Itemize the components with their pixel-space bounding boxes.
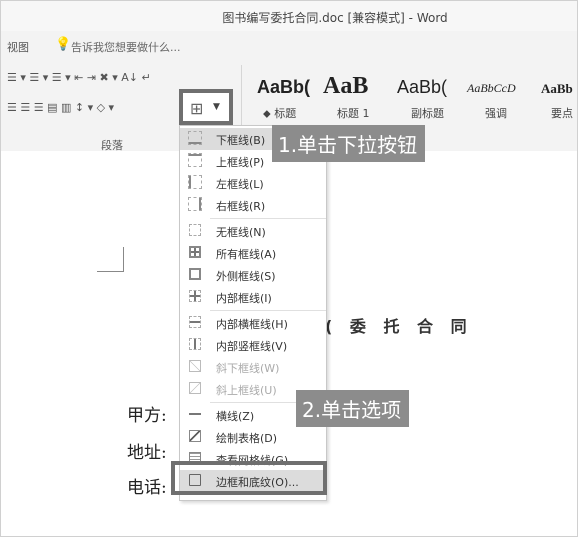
style-sample-strong[interactable]: AaBb [541, 81, 573, 97]
style-name-strong: 要点 [551, 107, 573, 120]
chevron-down-icon: ▼ [213, 102, 220, 112]
menu-item-right-border[interactable]: 右框线(R) [180, 194, 326, 216]
inside-borders-icon [189, 290, 201, 302]
style-sample-subtitle[interactable]: AaBb( [397, 77, 447, 98]
contract-heading: ( 委 托 合 同 [325, 317, 473, 336]
border-dropdown-menu: 下框线(B) 上框线(P) 左框线(L) 右框线(R) 无框线(N) 所有框线(… [179, 125, 327, 501]
window-title: 图书编写委托合同.doc [兼容模式] - Word [222, 11, 448, 25]
menu-divider [210, 218, 326, 219]
paragraph-row-1[interactable]: ☰ ▾ ☰ ▾ ☰ ▾ ⇤ ⇥ ✖ ▾ A↓ ↵ [7, 71, 151, 84]
menu-item-outside-borders[interactable]: 外侧框线(S) [180, 264, 326, 286]
callout-step2: 2.单击选项 [296, 390, 410, 427]
style-sample-heading1[interactable]: AaB [323, 73, 368, 100]
inside-vertical-border-icon [189, 338, 201, 350]
phone-label: 电话: [127, 478, 167, 498]
menu-item-diagonal-down[interactable]: 斜下框线(W) [180, 356, 326, 378]
inside-horizontal-border-icon [189, 316, 201, 328]
style-sample-emphasis[interactable]: AaBbCcD [467, 81, 516, 96]
menu-item-inside-horizontal[interactable]: 内部横框线(H) [180, 312, 326, 334]
tell-me-bar: 视图 💡 告诉我您想要做什么... [1, 31, 577, 59]
borders-dropdown-button[interactable]: ⊞ ▼ [179, 89, 233, 125]
style-name-heading1: 标题 1 [337, 107, 370, 120]
party-a-label: 甲方: [127, 406, 167, 426]
diagonal-up-border-icon [189, 382, 201, 394]
menu-item-draw-table[interactable]: 绘制表格(D) [180, 426, 326, 448]
page-corner-mark [97, 247, 124, 272]
top-border-icon [188, 153, 202, 167]
tab-view[interactable]: 视图 [7, 39, 29, 55]
left-border-icon [188, 175, 202, 189]
step2-highlight [171, 461, 327, 495]
style-name-heading: ⬥ 标题 [263, 107, 297, 120]
lightbulb-icon: 💡 [55, 37, 72, 52]
outside-borders-icon [189, 268, 201, 280]
menu-item-inside-borders[interactable]: 内部框线(I) [180, 286, 326, 308]
diagonal-down-border-icon [189, 360, 201, 372]
style-sample-heading[interactable]: AaBb( [257, 77, 310, 98]
word-window: 图书编写委托合同.doc [兼容模式] - Word 视图 💡 告诉我您想要做什… [0, 0, 578, 537]
menu-item-left-border[interactable]: 左框线(L) [180, 172, 326, 194]
no-border-icon [189, 224, 201, 236]
draw-table-icon [189, 430, 201, 442]
menu-divider [210, 310, 326, 311]
callout-step1: 1.单击下拉按钮 [272, 125, 426, 162]
paragraph-row-2[interactable]: ☰ ☰ ☰ ▤ ▥ ↕ ▾ ◇ ▾ [7, 101, 114, 114]
menu-item-inside-vertical[interactable]: 内部竖框线(V) [180, 334, 326, 356]
style-name-subtitle: 副标题 [411, 107, 444, 120]
right-border-icon [188, 197, 202, 211]
all-borders-icon [189, 246, 201, 258]
tell-me-input[interactable]: 告诉我您想要做什么... [71, 39, 181, 55]
style-name-emphasis: 强调 [485, 107, 507, 120]
border-grid-icon: ⊞ [190, 99, 204, 118]
title-bar: 图书编写委托合同.doc [兼容模式] - Word [1, 1, 577, 31]
horizontal-line-icon [189, 408, 201, 420]
address-label: 地址: [127, 443, 167, 463]
bottom-border-icon [188, 131, 202, 145]
menu-item-all-borders[interactable]: 所有框线(A) [180, 242, 326, 264]
menu-item-no-border[interactable]: 无框线(N) [180, 220, 326, 242]
